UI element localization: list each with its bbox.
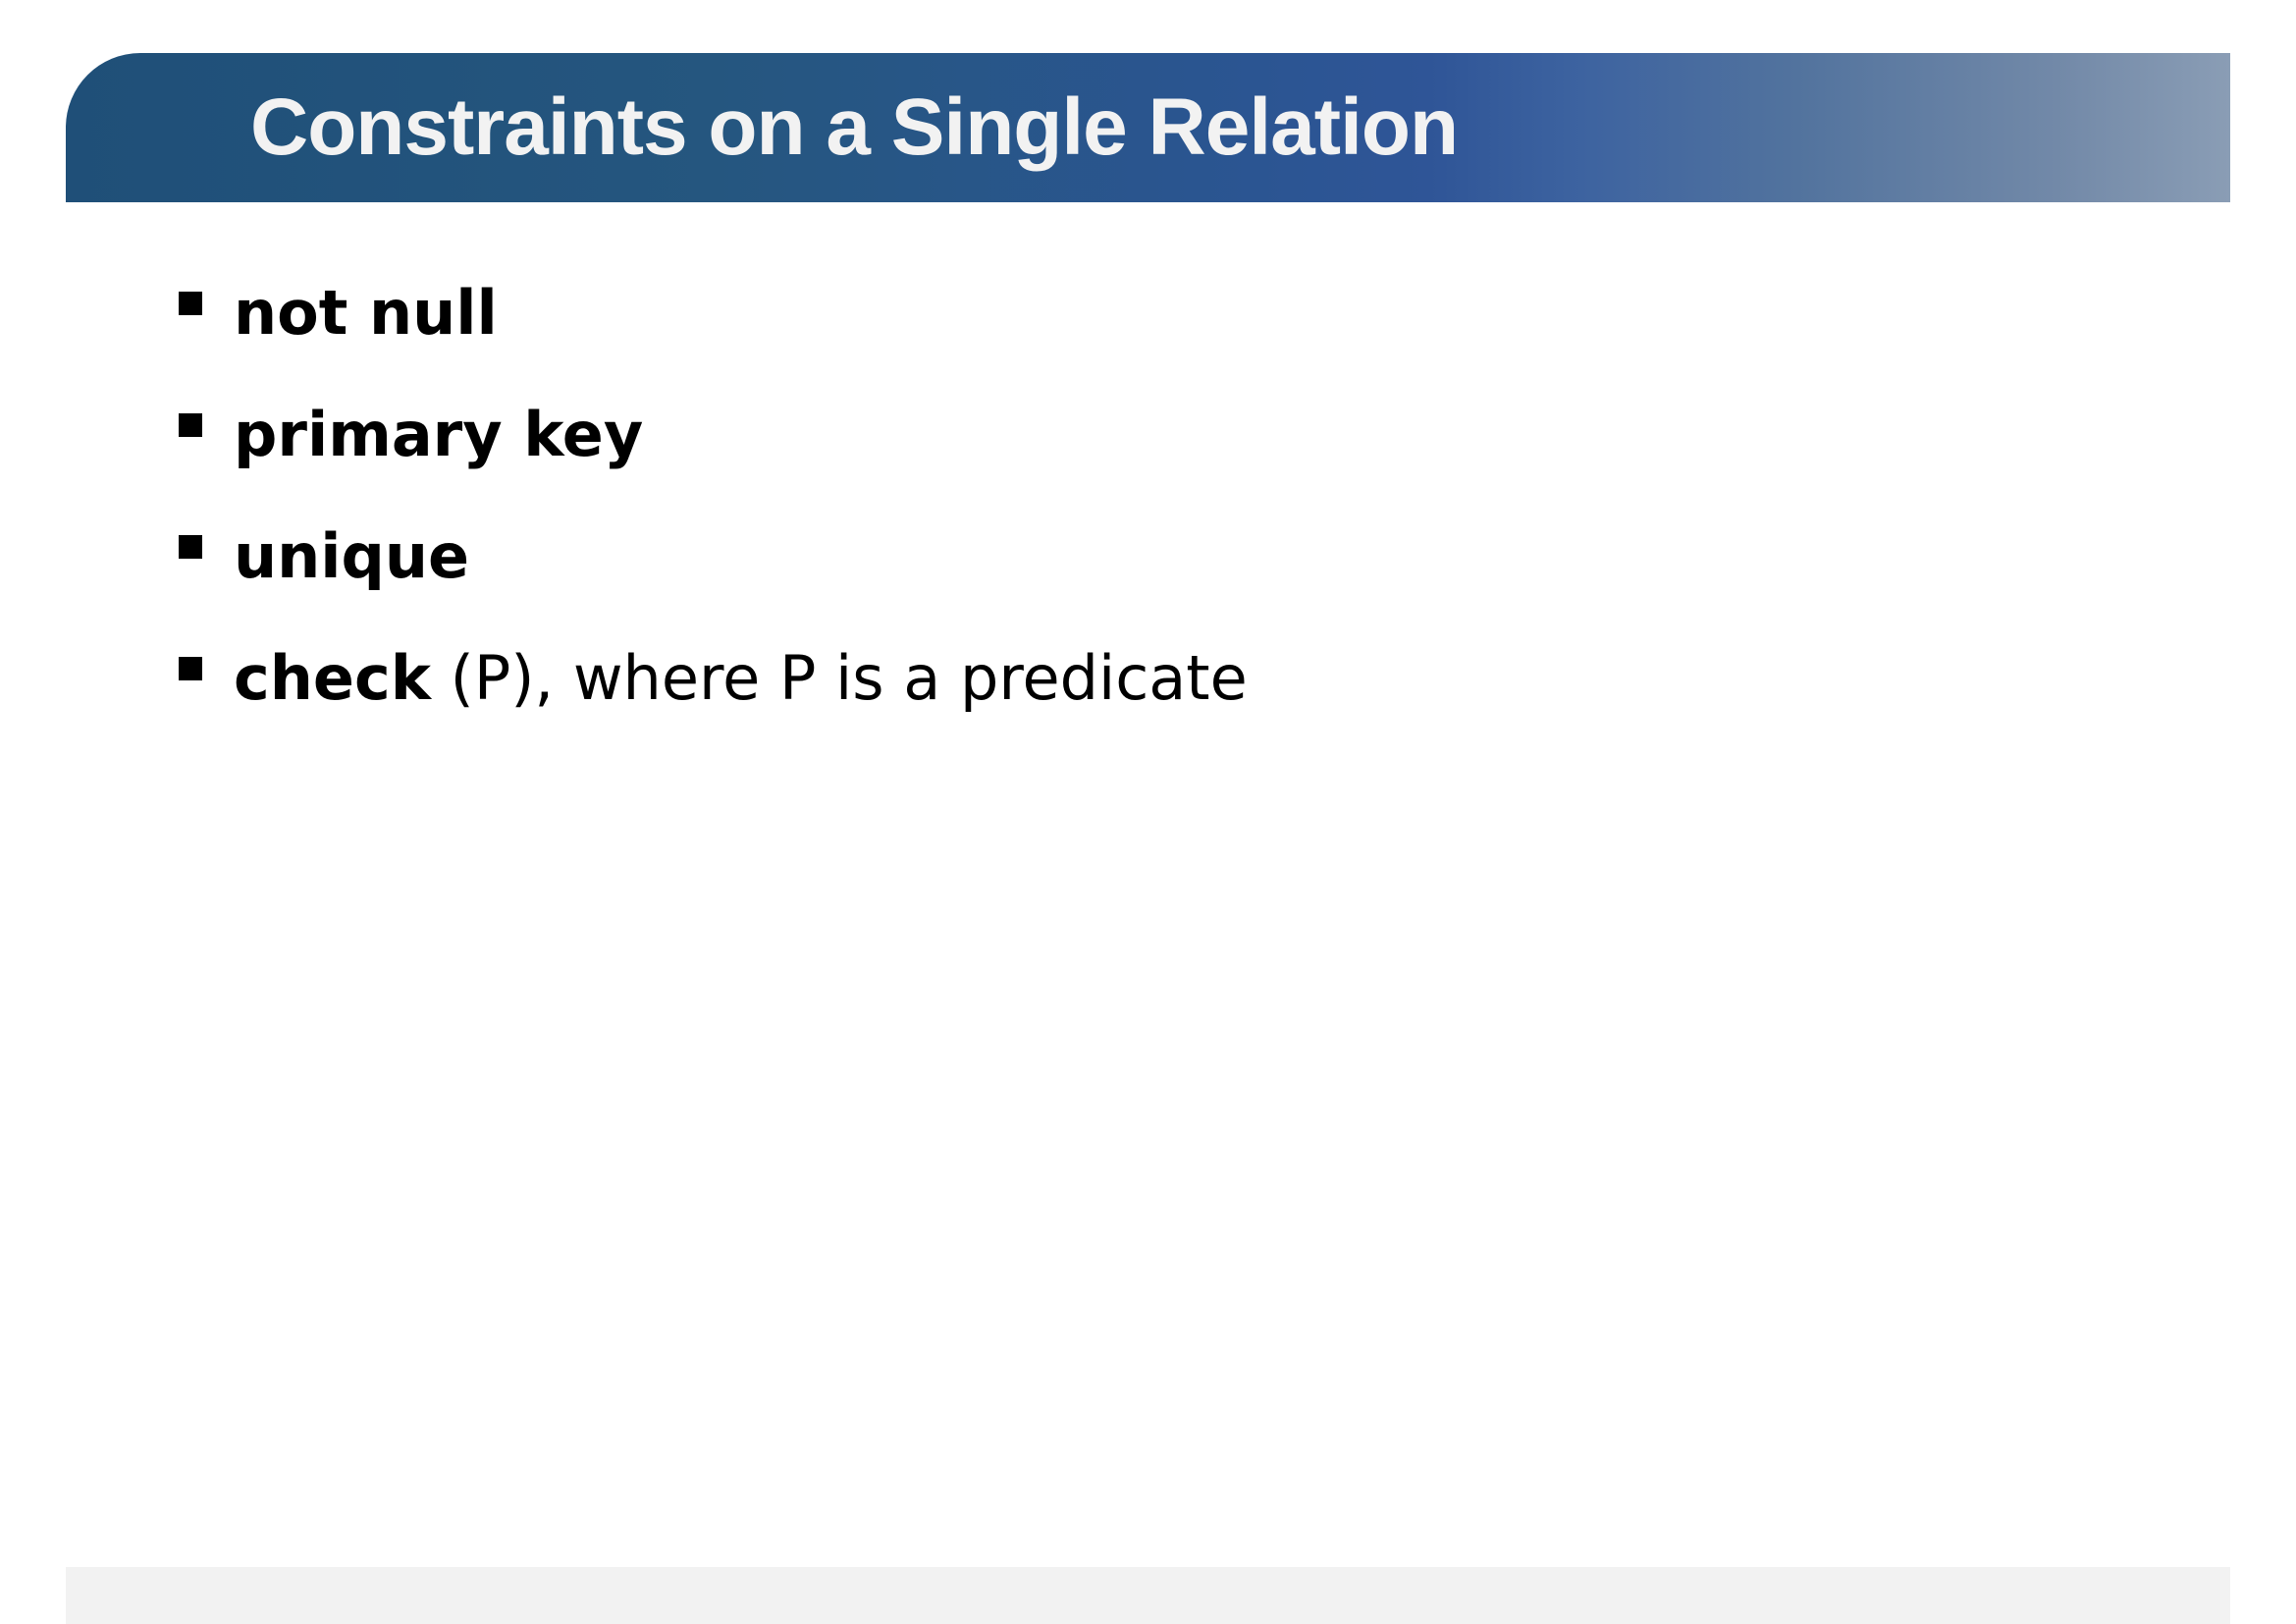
square-bullet-icon [179,657,202,680]
square-bullet-icon [179,535,202,559]
footer-bar [66,1567,2230,1624]
square-bullet-icon [179,413,202,437]
bullet-keyword: not null [234,276,498,349]
square-bullet-icon [179,292,202,315]
bullet-text: (P), where P is a predicate [430,641,1248,714]
slide: Constraints on a Single Relation not nul… [0,0,2296,1624]
bullet-keyword: check [234,641,431,714]
list-item: primary key [179,373,1248,495]
list-item: not null [179,251,1248,373]
slide-title: Constraints on a Single Relation [250,82,1459,172]
bullet-keyword: unique [234,519,470,592]
title-bar: Constraints on a Single Relation [66,53,2230,202]
list-item: unique [179,495,1248,617]
bullet-list: not null primary key unique check (P), w… [179,251,1248,738]
list-item: check (P), where P is a predicate [179,617,1248,738]
bullet-keyword: primary key [234,398,644,470]
